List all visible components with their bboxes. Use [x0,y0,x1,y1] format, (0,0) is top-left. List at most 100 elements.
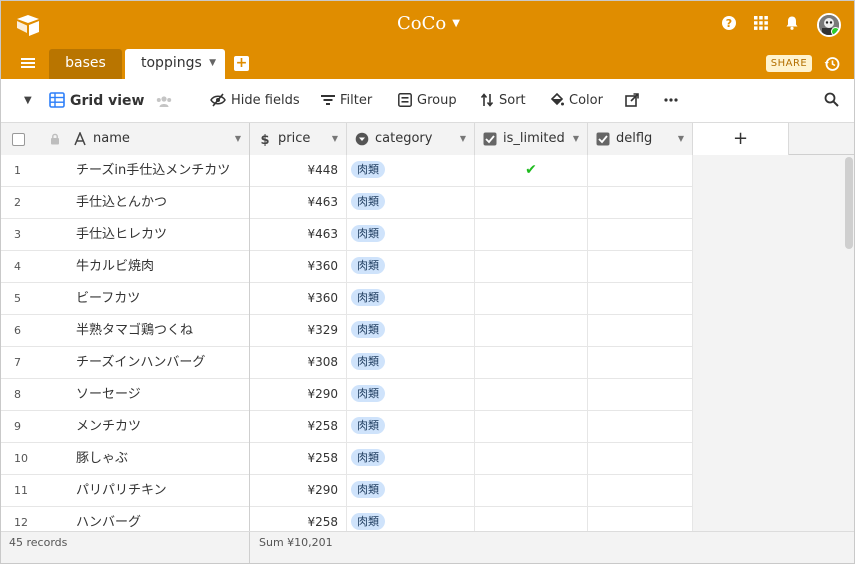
category-cell[interactable]: 肉類 [347,411,475,443]
delflg-cell[interactable] [588,507,693,531]
table-row[interactable]: 4 牛カルビ焼肉 ¥360 肉類 [1,251,693,283]
price-cell[interactable]: ¥290 [250,379,347,411]
share-view-icon[interactable] [625,79,644,123]
help-icon[interactable]: ? [719,15,739,35]
price-cell[interactable]: ¥463 [250,187,347,219]
category-cell[interactable]: 肉類 [347,379,475,411]
hide-fields-button[interactable]: Hide fields [210,79,300,123]
chevron-down-icon[interactable]: ▼ [209,49,216,77]
name-cell[interactable]: 手仕込ヒレカツ [65,219,250,251]
is-limited-cell[interactable] [475,507,588,531]
filter-button[interactable]: Filter [321,79,372,123]
delflg-cell[interactable] [588,219,693,251]
is-limited-cell[interactable] [475,347,588,379]
table-row[interactable]: 10 豚しゃぶ ¥258 肉類 [1,443,693,475]
table-row[interactable]: 5 ビーフカツ ¥360 肉類 [1,283,693,315]
is-limited-cell[interactable] [475,187,588,219]
is-limited-cell[interactable] [475,251,588,283]
category-cell[interactable]: 肉類 [347,347,475,379]
name-cell[interactable]: チーズin手仕込メンチカツ [65,155,250,187]
delflg-cell[interactable] [588,411,693,443]
price-cell[interactable]: ¥290 [250,475,347,507]
tab-toppings[interactable]: toppings ▼ [125,49,225,79]
is-limited-cell[interactable] [475,315,588,347]
is-limited-cell[interactable] [475,443,588,475]
search-icon[interactable] [824,79,844,123]
price-cell[interactable]: ¥463 [250,219,347,251]
add-table-icon[interactable]: + [234,56,249,71]
column-header-category[interactable]: category ▼ [347,123,475,155]
name-cell[interactable]: ビーフカツ [65,283,250,315]
avatar[interactable] [817,13,841,37]
name-cell[interactable]: メンチカツ [65,411,250,443]
price-cell[interactable]: ¥360 [250,251,347,283]
price-cell[interactable]: ¥329 [250,315,347,347]
delflg-cell[interactable] [588,443,693,475]
share-button[interactable]: SHARE [766,55,812,72]
chevron-down-icon[interactable]: ▼ [573,123,579,154]
group-button[interactable]: Group [398,79,457,123]
table-row[interactable]: 9 メンチカツ ¥258 肉類 [1,411,693,443]
name-cell[interactable]: チーズインハンバーグ [65,347,250,379]
category-cell[interactable]: 肉類 [347,443,475,475]
table-row[interactable]: 11 パリパリチキン ¥290 肉類 [1,475,693,507]
column-header-is-limited[interactable]: is_limited ▼ [475,123,588,155]
apps-grid-icon[interactable] [751,15,771,35]
category-cell[interactable]: 肉類 [347,219,475,251]
category-cell[interactable]: 肉類 [347,187,475,219]
table-row[interactable]: 8 ソーセージ ¥290 肉類 [1,379,693,411]
delflg-cell[interactable] [588,347,693,379]
name-cell[interactable]: 牛カルビ焼肉 [65,251,250,283]
category-cell[interactable]: 肉類 [347,251,475,283]
table-row[interactable]: 7 チーズインハンバーグ ¥308 肉類 [1,347,693,379]
tab-bases[interactable]: bases [49,49,122,79]
delflg-cell[interactable] [588,379,693,411]
category-cell[interactable]: 肉類 [347,155,475,187]
delflg-cell[interactable] [588,283,693,315]
price-summary-cell[interactable]: Sum ¥10,201 [249,532,349,563]
is-limited-cell[interactable] [475,379,588,411]
column-header-delflg[interactable]: delflg ▼ [588,123,693,155]
bell-icon[interactable] [782,15,802,35]
is-limited-cell[interactable] [475,475,588,507]
price-cell[interactable]: ¥258 [250,507,347,531]
sort-button[interactable]: Sort [480,79,526,123]
is-limited-cell[interactable]: ✔ [475,155,588,187]
chevron-down-icon[interactable]: ▼ [332,123,338,154]
table-row[interactable]: 6 半熟タマゴ鶏つくね ¥329 肉類 [1,315,693,347]
vertical-scrollbar[interactable] [845,157,853,249]
chevron-down-icon[interactable]: ▼ [460,123,466,154]
view-switcher[interactable]: Grid view [49,79,178,123]
name-cell[interactable]: 豚しゃぶ [65,443,250,475]
category-cell[interactable]: 肉類 [347,475,475,507]
price-cell[interactable]: ¥308 [250,347,347,379]
more-options-icon[interactable] [664,79,683,123]
add-field-button[interactable]: + [693,123,789,155]
delflg-cell[interactable] [588,315,693,347]
price-cell[interactable]: ¥448 [250,155,347,187]
price-cell[interactable]: ¥258 [250,411,347,443]
name-cell[interactable]: ハンバーグ [65,507,250,531]
chevron-down-icon[interactable]: ▼ [235,123,241,154]
select-all-checkbox[interactable] [12,133,25,146]
history-icon[interactable] [823,55,841,73]
is-limited-cell[interactable] [475,411,588,443]
name-cell[interactable]: 手仕込とんかつ [65,187,250,219]
table-row[interactable]: 3 手仕込ヒレカツ ¥463 肉類 [1,219,693,251]
column-header-name[interactable]: name ▼ [65,123,250,155]
delflg-cell[interactable] [588,251,693,283]
delflg-cell[interactable] [588,187,693,219]
price-cell[interactable]: ¥258 [250,443,347,475]
column-header-price[interactable]: $ price ▼ [250,123,347,155]
is-limited-cell[interactable] [475,219,588,251]
menu-icon[interactable] [21,56,37,72]
name-cell[interactable]: パリパリチキン [65,475,250,507]
delflg-cell[interactable] [588,155,693,187]
color-button[interactable]: Color [550,79,603,123]
table-row[interactable]: 1 チーズin手仕込メンチカツ ¥448 肉類 ✔ [1,155,693,187]
price-cell[interactable]: ¥360 [250,283,347,315]
category-cell[interactable]: 肉類 [347,507,475,531]
name-cell[interactable]: ソーセージ [65,379,250,411]
table-row[interactable]: 2 手仕込とんかつ ¥463 肉類 [1,187,693,219]
views-toggle-icon[interactable]: ▼ [24,79,32,123]
